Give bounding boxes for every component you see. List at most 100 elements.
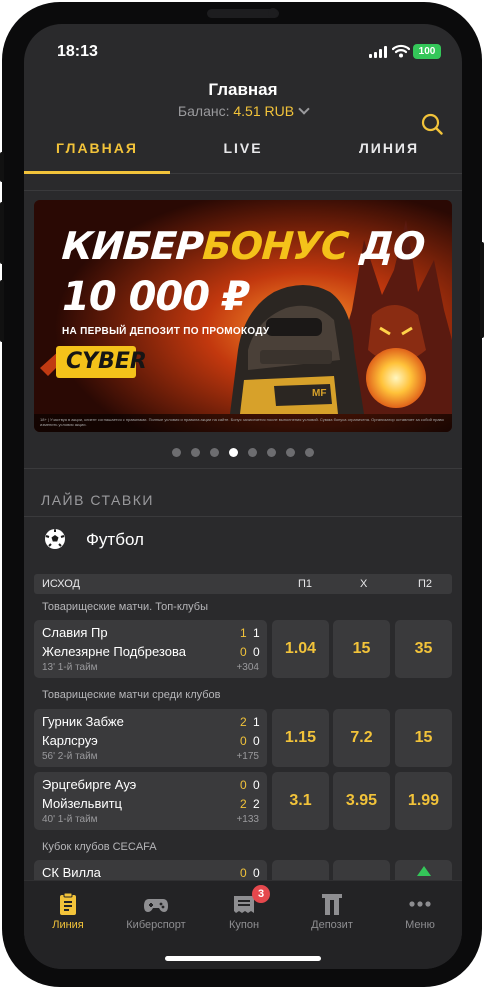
score-home-total: 0 (253, 866, 260, 880)
match-row: Эрцгебирге Ауэ Мойзельвитц 0 0 2 2 40' 1… (34, 772, 452, 830)
match-row: Славия Пр Железярне Подбрезова 1 1 0 0 1… (34, 620, 452, 678)
score-away-total: 0 (253, 645, 260, 659)
team-away: Мойзельвитц (42, 796, 123, 811)
tabbar-label: Меню (405, 919, 435, 931)
carousel-dot[interactable] (172, 448, 181, 457)
odd-p2[interactable]: 1.99 (395, 772, 452, 830)
banner-fine-print: 18+ | Участвуя в акции, клиент соглашает… (34, 414, 452, 432)
power-button (480, 242, 484, 338)
arrow-up-icon (417, 866, 431, 876)
tabbar-label: Киберспорт (126, 919, 186, 931)
team-home: Гурник Забже (42, 714, 124, 729)
team-home: Славия Пр (42, 625, 108, 640)
score-home-total: 1 (253, 715, 260, 729)
odd-x[interactable]: 3.95 (333, 772, 390, 830)
carousel-dot[interactable] (191, 448, 200, 457)
tabbar-item-menu[interactable]: Меню (376, 881, 462, 941)
team-away: Железярне Подбрезова (42, 644, 186, 659)
odd-p2[interactable]: 15 (395, 709, 452, 767)
banner-headline: КИБЕРБОНУС ДО (60, 224, 425, 268)
column-outcome: ИСХОД (42, 578, 80, 590)
odd-p1[interactable]: 1.15 (272, 709, 329, 767)
carousel-dot[interactable] (286, 448, 295, 457)
divider (24, 468, 462, 469)
sport-header-football[interactable]: Футбол (24, 522, 462, 562)
chevron-down-icon (298, 103, 310, 115)
carousel-dot[interactable] (210, 448, 219, 457)
more-icon (409, 901, 431, 907)
tab-main[interactable]: ГЛАВНАЯ (24, 128, 170, 174)
page-title: Главная (208, 80, 278, 99)
league-title: Товарищеские матчи среди клубов (42, 689, 221, 701)
wifi-icon (392, 44, 410, 58)
odds-column-header: ИСХОД П1 Х П2 (34, 574, 452, 594)
column-p1: П1 (298, 578, 313, 590)
carousel-dot[interactable] (305, 448, 314, 457)
match-info[interactable]: Гурник Забже Карлсруэ 2 1 0 0 56' 2-й та… (34, 709, 267, 767)
more-markets-count: +175 (236, 751, 259, 762)
tabbar-label: Депозит (311, 919, 353, 931)
banner-headline-yellow: БОНУС (201, 224, 350, 268)
banner-promo-code: CYBER (56, 346, 147, 378)
volume-up-button (0, 202, 4, 264)
banner-headline-tail: ДО (346, 224, 426, 268)
carousel-dot[interactable] (229, 448, 238, 457)
balance-label: Баланс: (177, 103, 230, 119)
match-info[interactable]: Славия Пр Железярне Подбрезова 1 1 0 0 1… (34, 620, 267, 678)
balance-selector[interactable]: Баланс: 4.51 RUB (24, 103, 462, 119)
match-period: 56' 2-й тайм (42, 751, 98, 762)
status-bar: 18:13 100 (24, 24, 462, 74)
tabbar-item-line[interactable]: Линия (24, 881, 112, 941)
svg-text:MF: MF (312, 388, 326, 399)
section-title-live-bets: ЛАЙВ СТАВКИ (41, 492, 154, 508)
league-title: Кубок клубов CECAFA (42, 841, 157, 853)
top-tabs: ГЛАВНАЯ LIVE ЛИНИЯ (24, 128, 462, 174)
tabbar-label: Линия (52, 919, 84, 931)
carousel-dot[interactable] (248, 448, 257, 457)
banner-amount: 10 000 ₽ (62, 274, 250, 320)
odd-p1[interactable]: 1.04 (272, 620, 329, 678)
carousel-dot[interactable] (267, 448, 276, 457)
score-home-total: 0 (253, 778, 260, 792)
tabbar-item-esports[interactable]: Киберспорт (112, 881, 200, 941)
battery-icon: 100 (413, 44, 441, 59)
balance-value: 4.51 RUB (233, 103, 295, 119)
score-home-period: 0 (240, 866, 247, 880)
match-period: 40' 1-й тайм (42, 814, 98, 825)
app-screen: 18:13 100 Главная Баланс: 4.51 RUB ГЛАВН… (24, 24, 462, 969)
match-info[interactable]: Эрцгебирге Ауэ Мойзельвитц 0 0 2 2 40' 1… (34, 772, 267, 830)
sport-name: Футбол (86, 530, 144, 549)
score-home-total: 1 (253, 626, 260, 640)
odd-p2[interactable]: 35 (395, 620, 452, 678)
carousel-indicator[interactable] (24, 448, 462, 458)
odd-x[interactable]: 15 (333, 620, 390, 678)
status-time: 18:13 (57, 43, 98, 60)
more-markets-count: +304 (236, 662, 259, 673)
tabbar-item-deposit[interactable]: Депозит (288, 881, 376, 941)
tab-line[interactable]: ЛИНИЯ (316, 128, 462, 174)
odd-x[interactable]: 7.2 (333, 709, 390, 767)
league-title: Товарищеские матчи. Топ-клубы (42, 601, 208, 613)
mute-switch (0, 152, 4, 182)
score-away-total: 2 (253, 797, 260, 811)
tabbar-item-coupon[interactable]: 3 Купон (200, 881, 288, 941)
column-p2: П2 (418, 578, 433, 590)
promo-banner[interactable]: MF КИБЕРБОНУС ДО 10 000 ₽ НА ПЕРВЫЙ ДЕПО… (34, 200, 452, 432)
score-home-period: 2 (240, 715, 247, 729)
soccer-ball-icon (45, 529, 65, 549)
match-row: Гурник Забже Карлсруэ 2 1 0 0 56' 2-й та… (34, 709, 452, 767)
coupon-count-badge: 3 (252, 885, 270, 903)
tabbar-label: Купон (228, 919, 260, 931)
odd-p1[interactable]: 3.1 (272, 772, 329, 830)
team-home: Эрцгебирге Ауэ (42, 777, 137, 792)
home-indicator[interactable] (165, 956, 321, 961)
match-period: 13' 1-й тайм (42, 662, 98, 673)
divider (24, 190, 462, 191)
banner-subtitle: НА ПЕРВЫЙ ДЕПОЗИТ ПО ПРОМОКОДУ (62, 326, 270, 337)
divider (24, 516, 462, 517)
clipboard-icon (60, 892, 76, 915)
more-markets-count: +133 (236, 814, 259, 825)
team-home: СК Вилла (42, 865, 101, 880)
tab-live[interactable]: LIVE (170, 128, 316, 174)
signal-icon (369, 46, 387, 58)
